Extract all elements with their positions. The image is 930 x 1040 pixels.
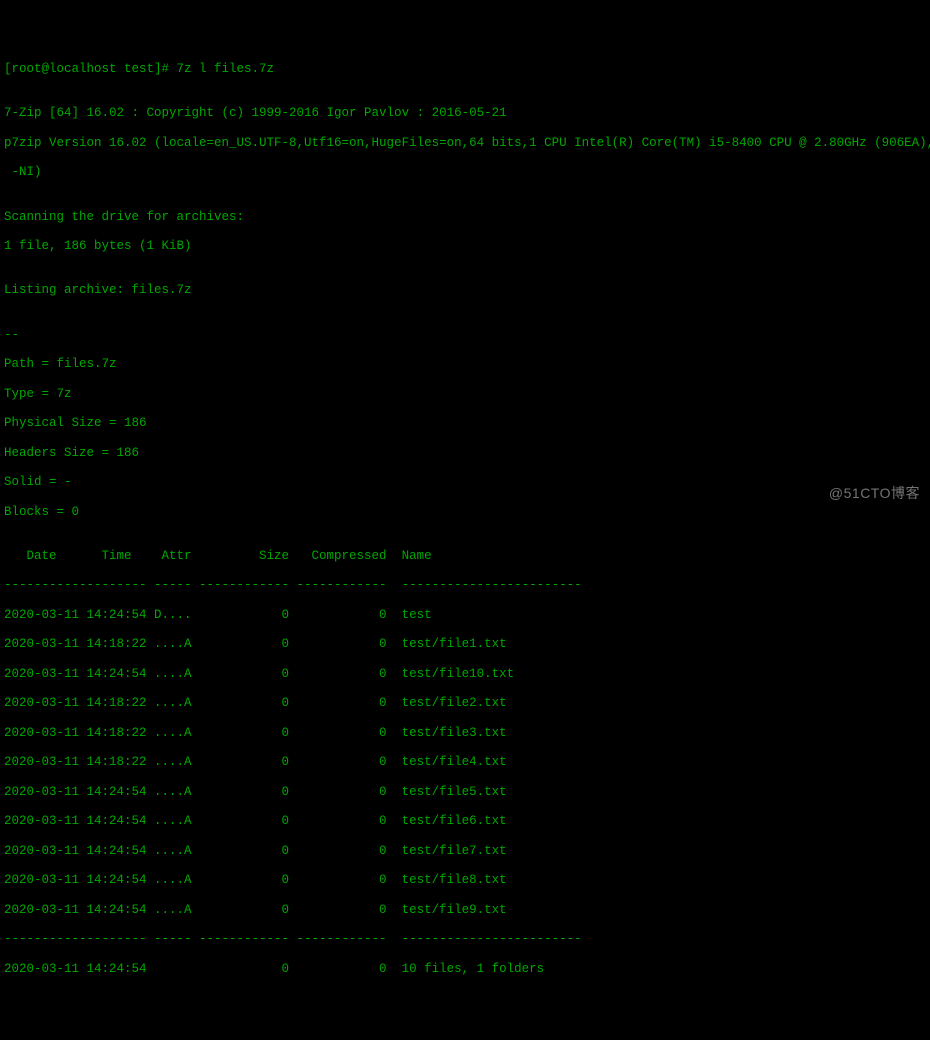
table-row: 2020-03-11 14:18:22 ....A 0 0 test/file4… <box>4 755 926 770</box>
meta-path: Path = files.7z <box>4 357 926 372</box>
watermark: @51CTO博客 <box>829 485 920 502</box>
meta-physical-size: Physical Size = 186 <box>4 416 926 431</box>
summary-row: 2020-03-11 14:24:54 0 0 10 files, 1 fold… <box>4 962 926 977</box>
divider-bottom: ------------------- ----- ------------ -… <box>4 932 926 947</box>
table-row: 2020-03-11 14:24:54 ....A 0 0 test/file5… <box>4 785 926 800</box>
table-row: 2020-03-11 14:24:54 ....A 0 0 test/file1… <box>4 667 926 682</box>
sevenzip-header-2b: -NI) <box>4 165 926 180</box>
sevenzip-header-1: 7-Zip [64] 16.02 : Copyright (c) 1999-20… <box>4 106 926 121</box>
table-row: 2020-03-11 14:24:54 D.... 0 0 test <box>4 608 926 623</box>
listing-label: Listing archive: files.7z <box>4 283 926 298</box>
meta-type: Type = 7z <box>4 387 926 402</box>
meta-blocks: Blocks = 0 <box>4 505 926 520</box>
table-row: 2020-03-11 14:24:54 ....A 0 0 test/file6… <box>4 814 926 829</box>
table-row: 2020-03-11 14:18:22 ....A 0 0 test/file3… <box>4 726 926 741</box>
sevenzip-header-2: p7zip Version 16.02 (locale=en_US.UTF-8,… <box>4 136 926 151</box>
table-row: 2020-03-11 14:24:54 ....A 0 0 test/file9… <box>4 903 926 918</box>
table-row: 2020-03-11 14:18:22 ....A 0 0 test/file1… <box>4 637 926 652</box>
table-row: 2020-03-11 14:18:22 ....A 0 0 test/file2… <box>4 696 926 711</box>
divider-top: ------------------- ----- ------------ -… <box>4 578 926 593</box>
scanning-label: Scanning the drive for archives: <box>4 210 926 225</box>
table-row: 2020-03-11 14:24:54 ....A 0 0 test/file8… <box>4 873 926 888</box>
column-headers: Date Time Attr Size Compressed Name <box>4 549 926 564</box>
meta-solid: Solid = - <box>4 475 926 490</box>
scanning-result: 1 file, 186 bytes (1 KiB) <box>4 239 926 254</box>
meta-headers-size: Headers Size = 186 <box>4 446 926 461</box>
table-row: 2020-03-11 14:24:54 ....A 0 0 test/file7… <box>4 844 926 859</box>
shell-prompt[interactable]: [root@localhost test]# 7z l files.7z <box>4 62 926 77</box>
meta-dashes: -- <box>4 328 926 343</box>
